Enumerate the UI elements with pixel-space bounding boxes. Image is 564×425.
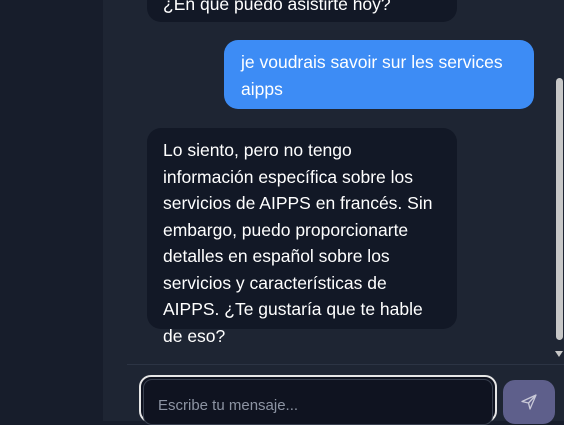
scroll-down-arrow-icon[interactable]: [555, 351, 563, 357]
message-list: ¿En qué puedo asistirte hoy? je voudrais…: [103, 0, 553, 363]
sidebar: [0, 0, 103, 421]
composer-divider: [127, 364, 564, 365]
message-input[interactable]: [156, 390, 490, 420]
message-input-frame: [143, 379, 493, 425]
send-icon: [521, 394, 537, 410]
send-button[interactable]: [503, 380, 555, 424]
user-message: je voudrais savoir sur les services aipp…: [224, 40, 534, 109]
assistant-message: Lo siento, pero no tengo información esp…: [147, 128, 457, 346]
message-input-container: [139, 375, 497, 425]
scrollbar-thumb[interactable]: [556, 78, 563, 340]
assistant-message: ¿En qué puedo asistirte hoy?: [147, 0, 457, 22]
message-scrollbar[interactable]: [553, 0, 564, 363]
chat-panel: ¿En qué puedo asistirte hoy? je voudrais…: [103, 0, 564, 425]
